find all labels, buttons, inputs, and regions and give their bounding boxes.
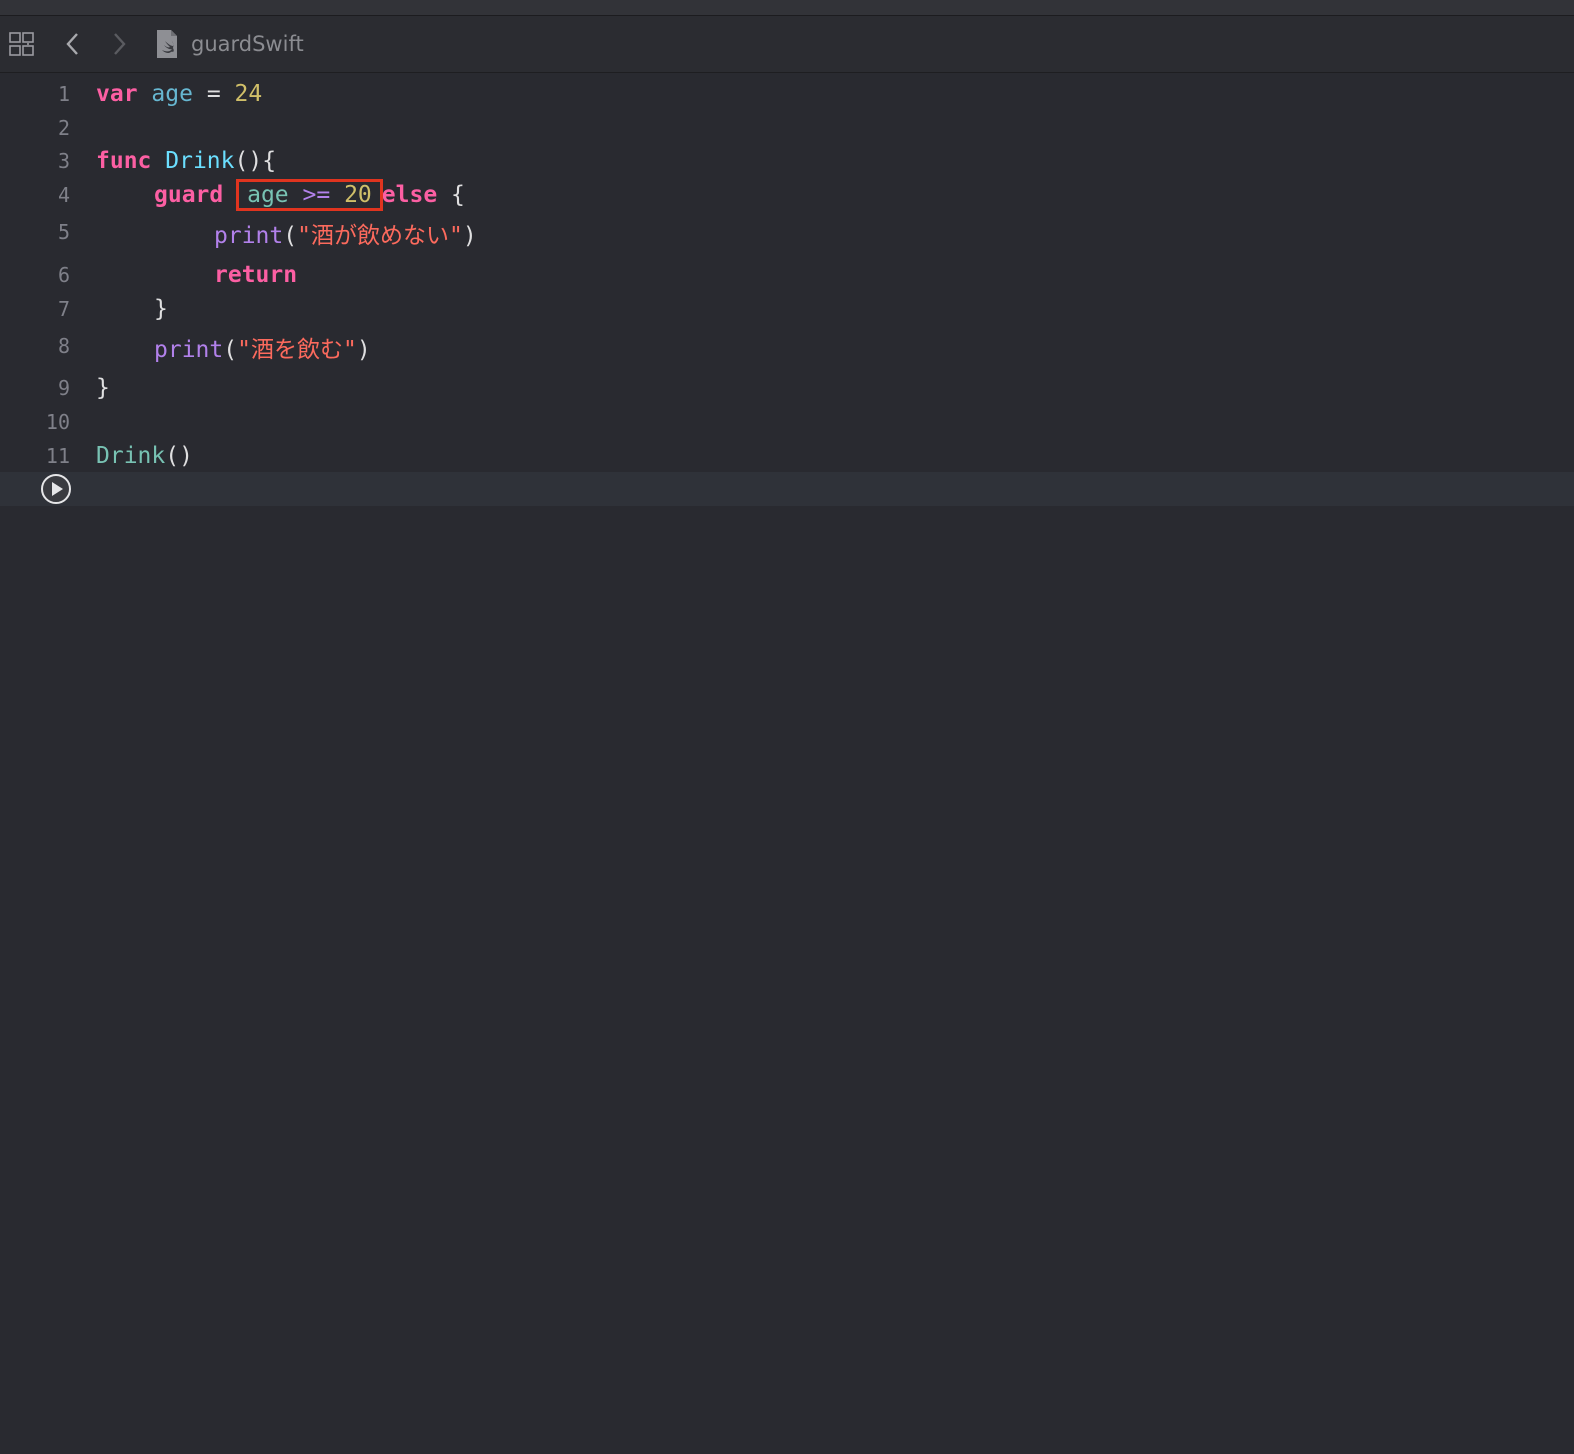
- line-number: 6: [57, 263, 70, 287]
- punctuation: (: [283, 223, 298, 249]
- keyword: func: [96, 148, 152, 174]
- string-literal: "酒を飲む": [237, 337, 357, 363]
- code-line-3: 3 func Drink(){: [0, 144, 1574, 178]
- line-number: 3: [57, 149, 70, 173]
- function-call: print: [154, 337, 224, 363]
- function-call: Drink: [96, 443, 166, 469]
- punctuation: (: [223, 337, 238, 363]
- variable: age: [247, 182, 289, 208]
- punctuation: ): [356, 337, 371, 363]
- punctuation: {: [451, 182, 465, 208]
- line-number: 10: [45, 410, 70, 434]
- code-line-8: 8 print("酒を飲む"): [0, 333, 1574, 367]
- number-literal: 20: [344, 182, 372, 208]
- play-icon[interactable]: [40, 473, 72, 505]
- forward-chevron-icon[interactable]: [104, 26, 134, 62]
- punctuation: }: [96, 375, 110, 401]
- code-line-1: 1 var age = 24: [0, 77, 1574, 111]
- keyword: return: [214, 262, 298, 288]
- line-number: 5: [57, 220, 70, 244]
- code-line-4: 4 guard age >= 20 else {: [0, 178, 1574, 212]
- code-line-7: 7 }: [0, 292, 1574, 326]
- code-line-6: 6 return: [0, 258, 1574, 292]
- line-number: 11: [45, 444, 70, 468]
- function-call: print: [214, 223, 284, 249]
- code-line-11: 11 Drink(): [0, 439, 1574, 473]
- highlighted-condition: age >= 20: [236, 179, 383, 211]
- keyword: guard: [154, 182, 224, 208]
- string-literal: "酒が飲めない": [297, 223, 463, 249]
- punctuation: ): [462, 223, 477, 249]
- keyword: var: [96, 81, 138, 107]
- keyword: else: [381, 182, 438, 208]
- code-line-2: 2: [0, 111, 1574, 145]
- line-number: 8: [57, 334, 70, 358]
- current-line-highlight: [0, 472, 1574, 506]
- line-number: 9: [57, 376, 70, 400]
- operator: =: [206, 81, 221, 107]
- line-number: 2: [57, 116, 70, 140]
- swift-file-icon: [152, 26, 182, 62]
- back-chevron-icon[interactable]: [58, 26, 88, 62]
- file-name[interactable]: guardSwift: [191, 32, 304, 56]
- variable: age: [151, 81, 193, 107]
- number-literal: 24: [234, 81, 263, 107]
- code-editor[interactable]: 1 var age = 24 2 3 func Drink(){ 4 guard…: [0, 73, 1574, 1454]
- operator: >=: [302, 182, 331, 208]
- jump-bar: guardSwift: [0, 16, 1574, 73]
- line-number: 4: [57, 183, 70, 207]
- punctuation: }: [154, 296, 168, 322]
- code-line-10: 10: [0, 405, 1574, 439]
- punctuation: (): [165, 443, 193, 469]
- code-line-9: 9 }: [0, 371, 1574, 405]
- punctuation: (){: [234, 148, 277, 174]
- code-line-5: 5 print("酒が飲めない"): [0, 219, 1574, 253]
- window-top-strip: [0, 0, 1574, 16]
- function-name: Drink: [165, 148, 235, 174]
- related-items-icon[interactable]: [6, 26, 38, 62]
- line-number: 7: [57, 297, 70, 321]
- line-number: 1: [57, 82, 70, 106]
